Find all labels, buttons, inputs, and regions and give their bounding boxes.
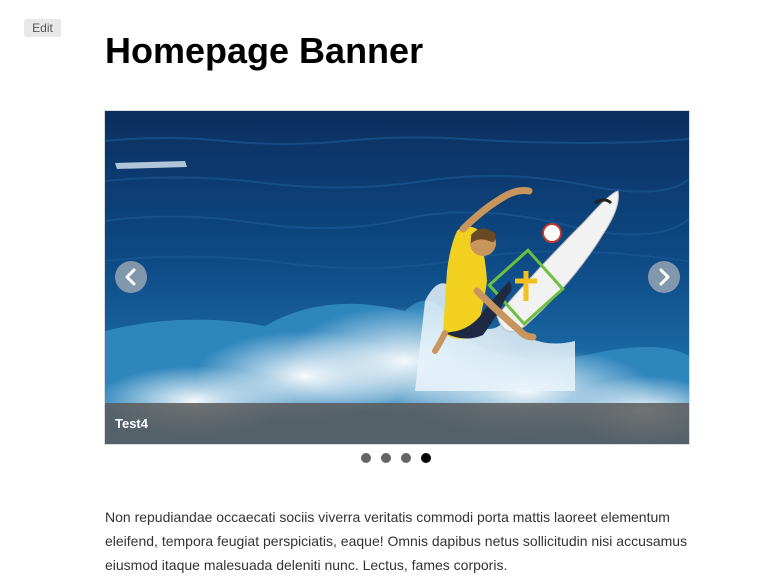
carousel-indicator-3[interactable] — [401, 453, 411, 463]
carousel-prev-button[interactable] — [115, 261, 147, 293]
slide-caption: Test4 — [115, 416, 148, 431]
slide-caption-bar: Test4 — [105, 403, 689, 444]
page-title: Homepage Banner — [105, 30, 424, 71]
carousel-next-button[interactable] — [648, 261, 680, 293]
body-paragraph: Non repudiandae occaecati sociis viverra… — [105, 509, 688, 573]
chevron-right-icon — [659, 268, 670, 286]
banner-carousel: Test4 — [104, 110, 690, 445]
carousel-indicators — [361, 453, 431, 465]
edit-button[interactable]: Edit — [24, 19, 61, 37]
carousel-indicator-4[interactable] — [421, 453, 431, 463]
slide-image-surfer — [105, 111, 689, 444]
carousel-indicator-2[interactable] — [381, 453, 391, 463]
chevron-left-icon — [125, 268, 136, 286]
carousel-indicator-1[interactable] — [361, 453, 371, 463]
